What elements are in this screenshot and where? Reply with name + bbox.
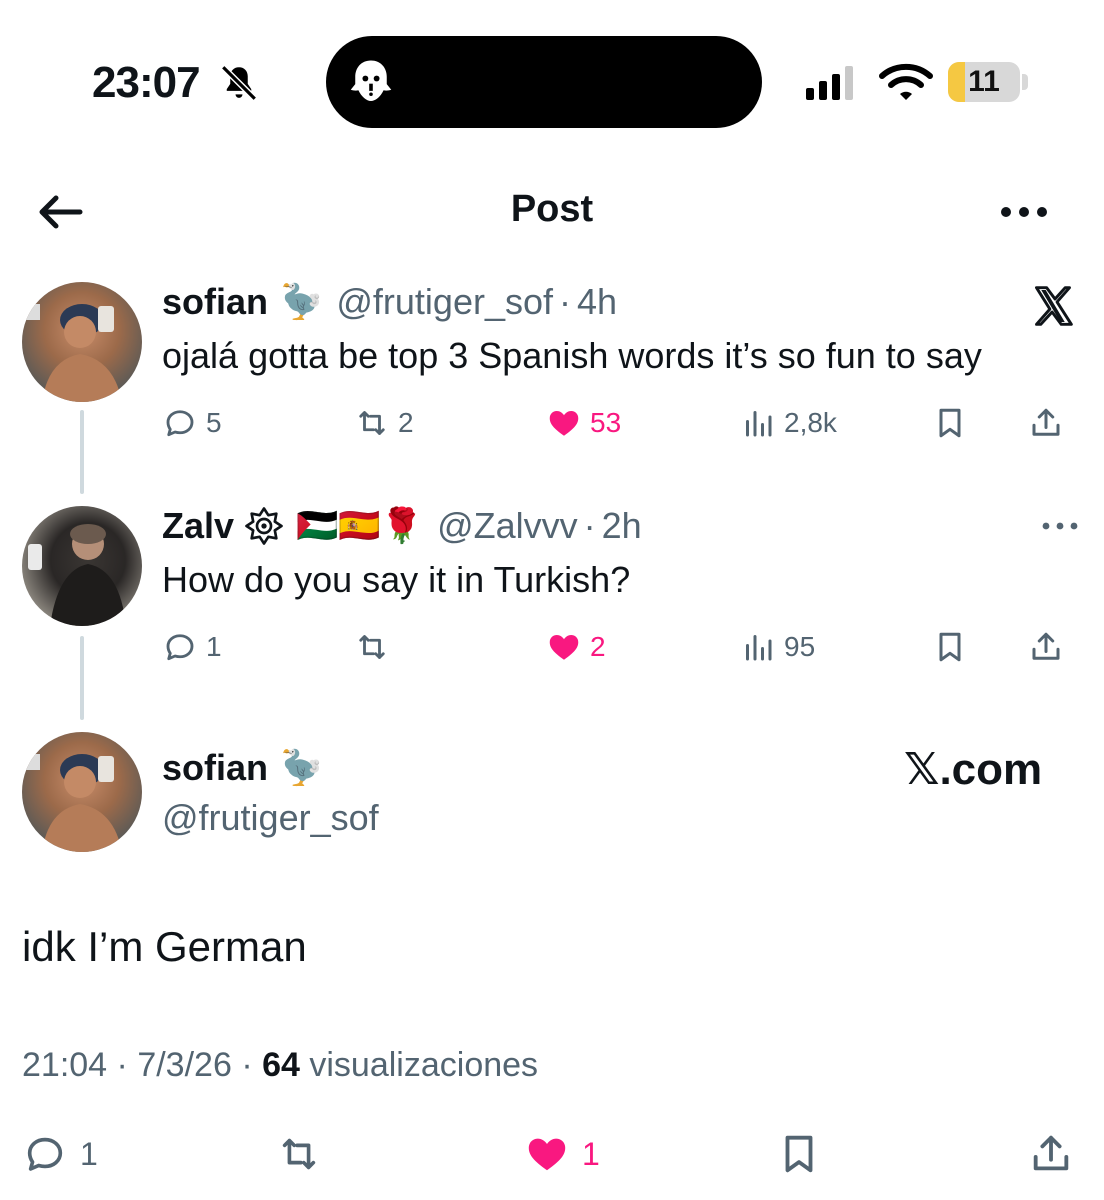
page-title: Post	[510, 188, 594, 230]
tweet-text: ojalá gotta be top 3 Spanish words it’s …	[162, 335, 982, 376]
verified-star-icon	[245, 507, 283, 545]
speech-bubble-icon	[166, 634, 194, 661]
dodo-emoji: 🦤	[280, 283, 323, 321]
like-count: 53	[590, 407, 622, 438]
reply-count: 1	[80, 1135, 98, 1172]
repost-button[interactable]	[276, 1124, 322, 1184]
main-handle-line: @frutiger_sof	[162, 796, 379, 840]
reply-button[interactable]: 1	[22, 1124, 98, 1184]
views-count: 2,8k	[784, 407, 837, 438]
status-bar: 23:07 11	[0, 0, 1104, 140]
share-upload-icon	[1033, 1135, 1069, 1171]
reply-count: 5	[206, 407, 222, 438]
share-button[interactable]	[1028, 1124, 1074, 1184]
handle[interactable]: @frutiger_sof	[162, 796, 379, 840]
speech-bubble-icon	[166, 410, 194, 437]
avatar[interactable]	[22, 506, 142, 626]
bookmark-button[interactable]	[776, 1124, 822, 1184]
bar-chart-icon	[746, 635, 772, 661]
post-text: idk I’m German	[22, 923, 307, 970]
share-upload-icon	[1032, 408, 1060, 436]
bookmark-icon	[939, 632, 961, 662]
avatar-photo	[26, 304, 122, 402]
separator-dot: ·	[116, 1046, 128, 1084]
tweet-actions: 5 2 53 2,8k	[162, 398, 1082, 448]
battery-tip	[1022, 74, 1028, 90]
avatar-photo	[26, 754, 122, 852]
views-count: 64	[262, 1046, 300, 1084]
handle[interactable]: @Zalvvv	[437, 504, 578, 548]
repost-arrows-icon	[282, 1138, 316, 1170]
x-logo-icon	[1035, 286, 1073, 326]
ghost-icon	[350, 60, 392, 101]
avatar[interactable]	[22, 282, 142, 402]
handle[interactable]: @frutiger_sof	[336, 280, 553, 324]
display-name[interactable]: sofian	[162, 746, 268, 790]
like-button[interactable]: 53	[546, 398, 621, 448]
post-meta: 21:04 · 7/3/26 · 64 visualizaciones	[22, 1044, 538, 1086]
bell-muted-icon	[221, 65, 257, 101]
like-count: 1	[582, 1135, 600, 1172]
reply-count: 1	[206, 631, 222, 662]
post-actions: 1 1	[0, 1124, 1104, 1184]
ellipsis-icon[interactable]	[996, 190, 1052, 234]
thread-line	[80, 410, 84, 494]
main-author-line: sofian 🦤	[162, 746, 322, 790]
share-button[interactable]	[1028, 622, 1064, 672]
separator-dot: ·	[583, 505, 596, 546]
dynamic-island	[326, 36, 762, 128]
post-date[interactable]: 7/3/26	[137, 1046, 232, 1084]
post-header: Post	[0, 170, 1104, 254]
tweet-author-line: sofian 🦤 @frutiger_sof · 4h	[162, 280, 617, 324]
avatar[interactable]	[22, 732, 142, 852]
bookmark-button[interactable]	[932, 398, 968, 448]
speech-bubble-icon	[27, 1137, 63, 1171]
views-count: 95	[784, 631, 816, 662]
post-time[interactable]: 21:04	[22, 1046, 107, 1084]
bookmark-icon	[939, 408, 961, 438]
timestamp[interactable]: 4h	[577, 280, 617, 324]
tweet-text: How do you say it in Turkish?	[162, 559, 631, 600]
wifi-icon	[879, 63, 933, 100]
bookmark-button[interactable]	[932, 622, 968, 672]
repost-button[interactable]: 2	[354, 398, 414, 448]
thread-line	[80, 636, 84, 720]
separator-dot: ·	[559, 281, 571, 322]
heart-icon	[549, 635, 579, 660]
watermark: 𝕏.com	[904, 745, 1043, 794]
bar-chart-icon	[746, 411, 772, 437]
avatar-photo	[28, 524, 126, 626]
display-name[interactable]: sofian	[162, 280, 268, 324]
battery-level: 11	[968, 65, 1000, 98]
separator-dot: ·	[241, 1046, 253, 1084]
repost-button[interactable]	[354, 622, 398, 672]
flags-rose-emoji: 🇵🇸🇪🇸🌹	[296, 507, 424, 545]
like-button[interactable]: 2	[546, 622, 606, 672]
views-button[interactable]: 2,8k	[740, 398, 837, 448]
reply-button[interactable]: 5	[162, 398, 222, 448]
tweet-author-line: Zalv 🇵🇸🇪🇸🌹 @Zalvvv · 2h	[162, 504, 642, 548]
heart-icon	[549, 411, 579, 436]
status-time: 23:07	[92, 58, 201, 107]
repost-count: 2	[398, 407, 414, 438]
reply-button[interactable]: 1	[162, 622, 222, 672]
bookmark-icon	[785, 1135, 813, 1173]
battery-indicator: 11	[948, 62, 1020, 102]
views-button[interactable]: 95	[740, 622, 815, 672]
repost-arrows-icon	[359, 635, 385, 659]
repost-arrows-icon	[359, 411, 385, 435]
tweet-actions: 1 2 95	[162, 622, 1082, 672]
share-button[interactable]	[1028, 398, 1064, 448]
like-button[interactable]: 1	[524, 1124, 600, 1184]
share-upload-icon	[1032, 632, 1060, 660]
display-name[interactable]: Zalv	[162, 504, 234, 548]
views-label: visualizaciones	[309, 1046, 539, 1084]
heart-icon	[528, 1138, 566, 1171]
signal-bars-icon	[806, 66, 853, 100]
ellipsis-icon[interactable]	[1040, 514, 1080, 538]
like-count: 2	[590, 631, 606, 662]
dodo-emoji: 🦤	[280, 749, 323, 787]
timestamp[interactable]: 2h	[602, 504, 642, 548]
